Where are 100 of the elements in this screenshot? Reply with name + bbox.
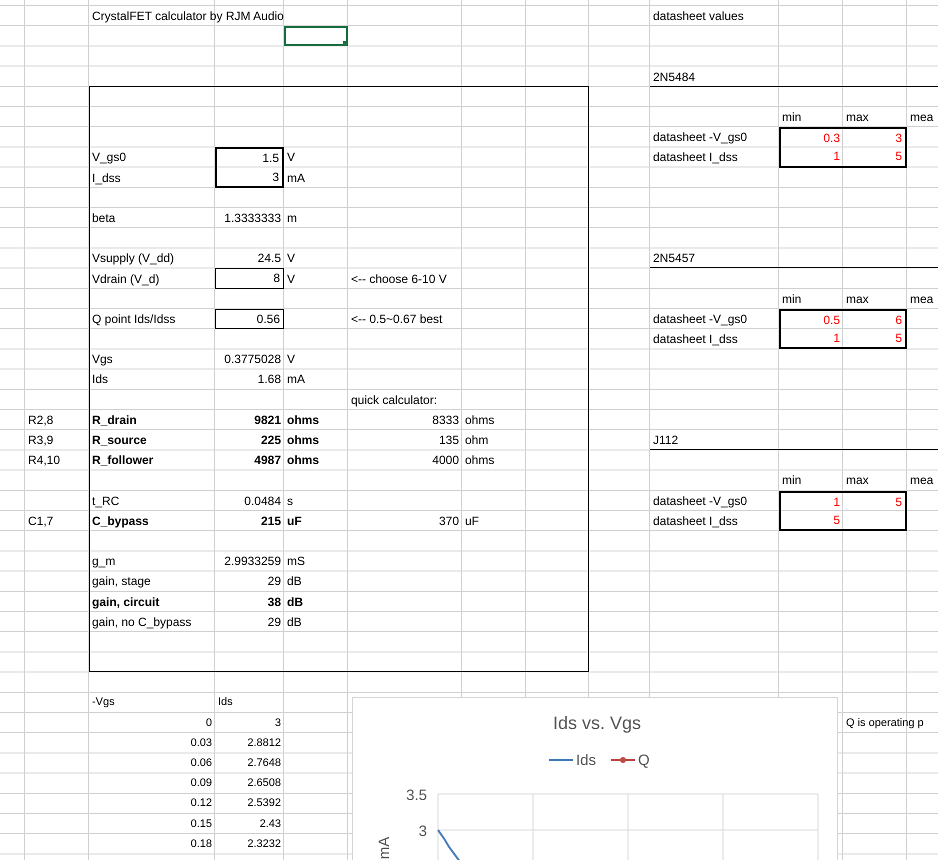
quick-value: 135 <box>438 433 460 448</box>
unit-label: V <box>286 251 296 266</box>
table-cell-text: 0 <box>206 716 213 730</box>
note-text: <-- 0.5~0.67 best <box>350 312 442 326</box>
unit-label: mS <box>286 554 305 568</box>
unit-label: ohms <box>464 412 494 427</box>
datasheet-label: datasheet I_dss <box>652 332 738 346</box>
quick-value: 4000 <box>432 453 460 468</box>
column-header: min <box>781 110 802 124</box>
unit-label: dB <box>286 574 302 588</box>
unit-label: ohms <box>464 453 494 468</box>
table-cell-text: 0.09 <box>190 776 213 790</box>
table-cell-text: 2.7648 <box>247 756 282 770</box>
parameter-label: R_source <box>91 433 147 448</box>
parameter-label: beta <box>91 210 116 225</box>
input-cell[interactable]: 5 <box>843 490 907 511</box>
datasheet-label: datasheet I_dss <box>652 514 738 528</box>
table-cell-text: 3 <box>274 716 282 730</box>
computed-value: 9821 <box>254 412 282 427</box>
datasheet-label: datasheet -V_gs0 <box>652 130 748 144</box>
input-cell[interactable]: 1 <box>779 329 843 350</box>
axis-label: mA <box>376 837 393 860</box>
section-heading: datasheet values <box>652 9 744 24</box>
sheet-title: CrystalFET calculator by RJM Audio <box>91 9 284 24</box>
computed-value: 1.68 <box>258 372 282 386</box>
quick-value: 8333 <box>432 412 460 427</box>
input-cell[interactable]: 0.3 <box>779 127 843 148</box>
unit-label: m <box>286 210 297 225</box>
parameter-label: R_drain <box>91 412 137 427</box>
input-cell[interactable]: 0.5 <box>779 308 843 329</box>
parameter-label: R_follower <box>91 453 154 468</box>
parameter-label: Q point Ids/Idss <box>91 312 176 326</box>
unit-label: ohms <box>286 433 320 448</box>
computed-value: 24.5 <box>258 251 282 266</box>
computed-value: 29 <box>268 574 282 588</box>
input-cell[interactable]: 5 <box>843 147 907 168</box>
computed-value: 4987 <box>254 453 282 468</box>
unit-label: ohm <box>464 433 488 448</box>
column-header: max <box>845 110 869 124</box>
note-text: Q is operating p <box>845 716 924 730</box>
column-header: max <box>845 292 869 306</box>
chart-title: Ids vs. Vgs <box>552 713 642 734</box>
axis-tick-label: 3 <box>418 823 427 840</box>
input-cell[interactable]: 5 <box>843 329 907 350</box>
datasheet-label: datasheet -V_gs0 <box>652 312 748 326</box>
parameter-label: Vgs <box>91 352 113 366</box>
table-cell-text: 0.12 <box>190 796 213 810</box>
note-text: <-- choose 6-10 V <box>350 272 447 286</box>
part-reference: R2,8 <box>27 412 54 427</box>
input-cell[interactable]: 1 <box>779 147 843 168</box>
input-cell[interactable]: 3 <box>843 127 907 148</box>
table-cell-text: 2.5392 <box>247 796 282 810</box>
input-cell[interactable]: 1 <box>779 490 843 511</box>
parameter-label: Vsupply (V_dd) <box>91 251 174 266</box>
column-header: mea <box>909 292 934 306</box>
part-number: J112 <box>652 433 678 448</box>
input-cell[interactable]: 8 <box>215 268 284 289</box>
parameter-label: gain, no C_bypass <box>91 614 192 629</box>
input-cell[interactable]: 3 <box>215 168 284 188</box>
unit-label: s <box>286 494 293 508</box>
computed-value: 2.9933259 <box>224 554 282 568</box>
computed-value: 38 <box>268 594 282 609</box>
column-header: max <box>845 473 869 488</box>
computed-value: 29 <box>268 614 282 629</box>
datasheet-label: datasheet I_dss <box>652 150 738 164</box>
unit-label: V <box>286 272 296 286</box>
table-cell-text: 0.15 <box>190 816 213 831</box>
computed-value: 0.3775028 <box>224 352 282 366</box>
column-header: mea <box>909 473 934 488</box>
axis-tick-label: 3.5 <box>406 787 427 804</box>
part-reference: C1,7 <box>27 514 54 528</box>
part-number: 2N5484 <box>652 70 696 84</box>
parameter-label: Vdrain (V_d) <box>91 272 160 286</box>
unit-label: ohms <box>286 453 320 468</box>
parameter-label: gain, circuit <box>91 594 160 609</box>
table-cell-text: 2.43 <box>260 816 282 831</box>
parameter-label: t_RC <box>91 494 120 508</box>
input-cell[interactable]: 6 <box>843 308 907 329</box>
unit-label: mA <box>286 170 305 185</box>
legend-label: Q <box>638 752 650 770</box>
quick-value: 370 <box>438 514 460 528</box>
input-cell[interactable]: 0.56 <box>215 308 284 329</box>
note-text: quick calculator: <box>350 392 438 407</box>
table-cell-text: 2.6508 <box>247 776 282 790</box>
computed-value: 1.3333333 <box>224 210 282 225</box>
unit-label: dB <box>286 594 303 609</box>
table-cell-text: 0.06 <box>190 756 213 770</box>
parameter-label: gain, stage <box>91 574 151 588</box>
unit-label: V <box>286 352 296 366</box>
unit-label: uF <box>286 514 302 528</box>
part-reference: R4,10 <box>27 453 60 468</box>
parameter-label: Ids <box>91 372 108 386</box>
column-header: Ids <box>217 695 233 710</box>
computed-value: 215 <box>260 514 282 528</box>
part-number: 2N5457 <box>652 251 696 266</box>
unit-label: uF <box>464 514 480 528</box>
input-cell[interactable]: 1.5 <box>215 147 284 168</box>
input-cell[interactable]: 5 <box>779 510 843 531</box>
column-header: mea <box>909 110 934 124</box>
input-cell[interactable] <box>843 510 907 531</box>
